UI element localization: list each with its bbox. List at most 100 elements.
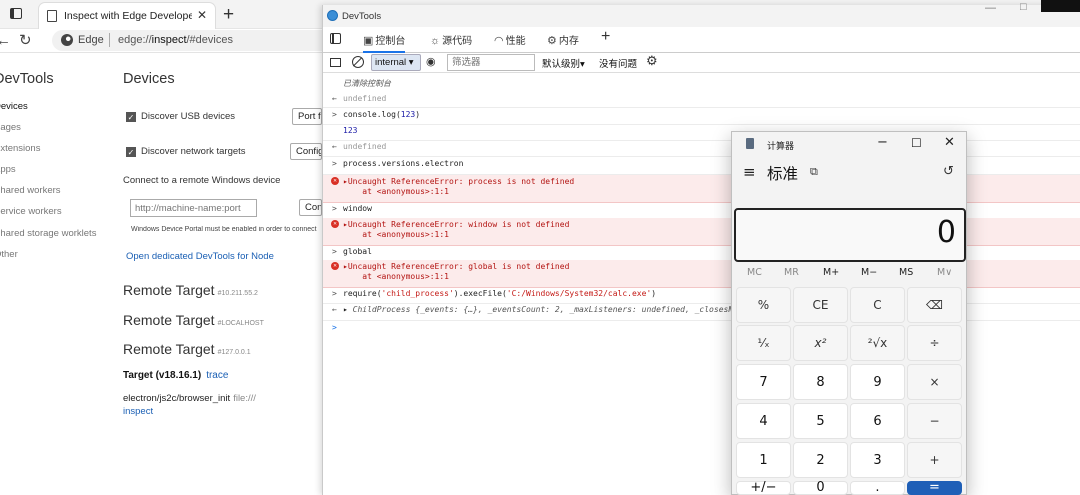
input-arrow-icon: > <box>332 289 337 298</box>
console-filter-input[interactable] <box>447 54 535 71</box>
close-tab-icon[interactable]: ✕ <box>197 8 207 22</box>
remote-target-heading: Remote Target #127.0.0.1 <box>123 341 251 357</box>
new-tab-button[interactable]: + <box>223 4 234 26</box>
device-portal-note: Windows Device Portal must be enabled in… <box>131 226 317 233</box>
back-icon[interactable]: ← <box>0 32 11 49</box>
percent-key[interactable]: % <box>736 287 791 323</box>
clear-console-icon[interactable] <box>352 56 364 68</box>
memory-clear-button[interactable]: MC <box>747 267 762 278</box>
checkbox-checked-icon[interactable]: ✓ <box>126 147 136 157</box>
add-key[interactable]: + <box>907 442 962 478</box>
console-line: 已清除控制台 <box>343 79 391 88</box>
multiply-key[interactable]: × <box>907 364 962 400</box>
digit-5-key[interactable]: 5 <box>793 403 848 439</box>
more-tools-button[interactable]: + <box>601 28 610 46</box>
log-level-dropdown[interactable]: 默认级别▾ <box>542 56 585 70</box>
dock-toggle-icon[interactable] <box>330 33 341 44</box>
remote-device-input[interactable] <box>130 199 257 217</box>
digit-6-key[interactable]: 6 <box>850 403 905 439</box>
sidebar-item-pages[interactable]: Pages <box>0 122 21 133</box>
equals-key[interactable]: = <box>907 481 962 495</box>
url-text[interactable]: edge://inspect/#devices <box>118 34 233 46</box>
subtract-key[interactable]: − <box>907 403 962 439</box>
console-settings-icon[interactable]: ⚙ <box>646 53 658 69</box>
close-icon[interactable]: ✕ <box>944 135 955 150</box>
maximize-icon[interactable]: ☐ <box>911 136 922 150</box>
negate-key[interactable]: +/− <box>736 481 791 495</box>
sidebar-item-apps[interactable]: Apps <box>0 164 16 175</box>
square-key[interactable]: x² <box>793 325 848 361</box>
live-expression-icon[interactable]: ◉ <box>426 55 436 68</box>
digit-8-key[interactable]: 8 <box>793 364 848 400</box>
digit-7-key[interactable]: 7 <box>736 364 791 400</box>
minimize-icon[interactable]: — <box>985 2 996 14</box>
result-arrow-icon: ← <box>332 94 337 103</box>
sidebar-item-devices[interactable]: Devices <box>0 101 28 112</box>
keep-on-top-icon[interactable]: ⧉ <box>810 165 818 179</box>
memory-list-button[interactable]: M∨ <box>937 267 952 278</box>
node-devtools-link[interactable]: Open dedicated DevTools for Node <box>126 251 274 262</box>
checkbox-checked-icon[interactable]: ✓ <box>126 112 136 122</box>
inspect-link[interactable]: inspect <box>123 406 153 417</box>
discover-usb-label: Discover USB devices <box>141 111 235 122</box>
square-root-key[interactable]: ²√x <box>850 325 905 361</box>
refresh-icon[interactable]: ↻ <box>19 31 32 49</box>
sidebar-item-shared-workers[interactable]: Shared workers <box>0 185 61 196</box>
port-forwarding-button[interactable]: Port forwarding... <box>292 108 322 125</box>
sidebar-title: DevTools <box>0 71 54 87</box>
menu-icon[interactable]: ≡ <box>743 163 756 181</box>
tab-memory[interactable]: ⚙ 内存 <box>547 32 579 47</box>
digit-0-key[interactable]: 0 <box>793 481 848 495</box>
divide-key[interactable]: ÷ <box>907 325 962 361</box>
result-arrow-icon: ← <box>332 142 337 151</box>
digit-4-key[interactable]: 4 <box>736 403 791 439</box>
reciprocal-key[interactable]: ¹⁄ₓ <box>736 325 791 361</box>
configure-button[interactable]: Configure... <box>290 143 322 160</box>
performance-icon: ◠ <box>494 35 504 47</box>
remote-target-heading: Remote Target #10.211.55.2 <box>123 282 258 298</box>
digit-1-key[interactable]: 1 <box>736 442 791 478</box>
sidebar-item-shared-storage-worklets[interactable]: Shared storage worklets <box>0 228 96 239</box>
console-line: > console.log(123) <box>323 110 1080 125</box>
clear-entry-key[interactable]: CE <box>793 287 848 323</box>
devtools-tabbar: ▣ 控制台 ☼ 源代码 ◠ 性能 ⚙ 内存 + <box>323 27 1080 53</box>
trace-link[interactable]: trace <box>206 370 228 381</box>
digit-9-key[interactable]: 9 <box>850 364 905 400</box>
backspace-key[interactable]: ⌫ <box>907 287 962 323</box>
inspect-page: DevTools Devices Pages Extensions Apps S… <box>0 53 322 495</box>
history-icon[interactable]: ↺ <box>943 164 954 179</box>
decimal-key[interactable]: . <box>850 481 905 495</box>
tab-console[interactable]: ▣ 控制台 <box>363 32 406 53</box>
issues-counter[interactable]: 没有问题 <box>599 56 637 70</box>
tab-actions-icon[interactable] <box>10 8 22 19</box>
desktop: Inspect with Edge Developer Tools ✕ + ← … <box>0 0 1080 495</box>
devtools-title: DevTools <box>342 11 382 22</box>
tab-performance[interactable]: ◠ 性能 <box>494 32 526 47</box>
maximize-icon[interactable]: □ <box>1020 1 1027 13</box>
window-edge <box>1041 0 1080 12</box>
context-selector[interactable]: internal ▾ <box>371 54 421 71</box>
minimize-icon[interactable]: − <box>877 135 888 150</box>
memory-store-button[interactable]: MS <box>899 267 913 278</box>
tab-sources[interactable]: ☼ 源代码 <box>430 32 472 47</box>
browser-tab[interactable]: Inspect with Edge Developer Tools ✕ <box>38 2 216 29</box>
console-toolbar: internal ▾ ◉ 默认级别▾ 没有问题 ⚙ <box>323 53 1080 73</box>
memory-subtract-button[interactable]: M− <box>861 267 877 278</box>
clear-key[interactable]: C <box>850 287 905 323</box>
digit-3-key[interactable]: 3 <box>850 442 905 478</box>
address-bar[interactable]: Edge edge://inspect/#devices <box>52 30 332 51</box>
sidebar-item-other[interactable]: Other <box>0 249 18 260</box>
page-icon <box>47 10 57 22</box>
memory-add-button[interactable]: M+ <box>823 267 839 278</box>
calculator-title: 计算器 <box>767 142 795 152</box>
discover-usb-row[interactable]: ✓ Discover USB devices <box>126 111 235 122</box>
console-sidebar-icon[interactable] <box>330 58 341 67</box>
connect-button[interactable]: Connect <box>299 199 322 216</box>
discover-network-row[interactable]: ✓ Discover network targets <box>126 146 246 157</box>
sources-icon: ☼ <box>430 35 441 47</box>
digit-2-key[interactable]: 2 <box>793 442 848 478</box>
sidebar-item-service-workers[interactable]: Service workers <box>0 206 62 217</box>
memory-recall-button[interactable]: MR <box>784 267 799 278</box>
sidebar-item-extensions[interactable]: Extensions <box>0 143 40 154</box>
input-arrow-icon: > <box>332 247 337 256</box>
